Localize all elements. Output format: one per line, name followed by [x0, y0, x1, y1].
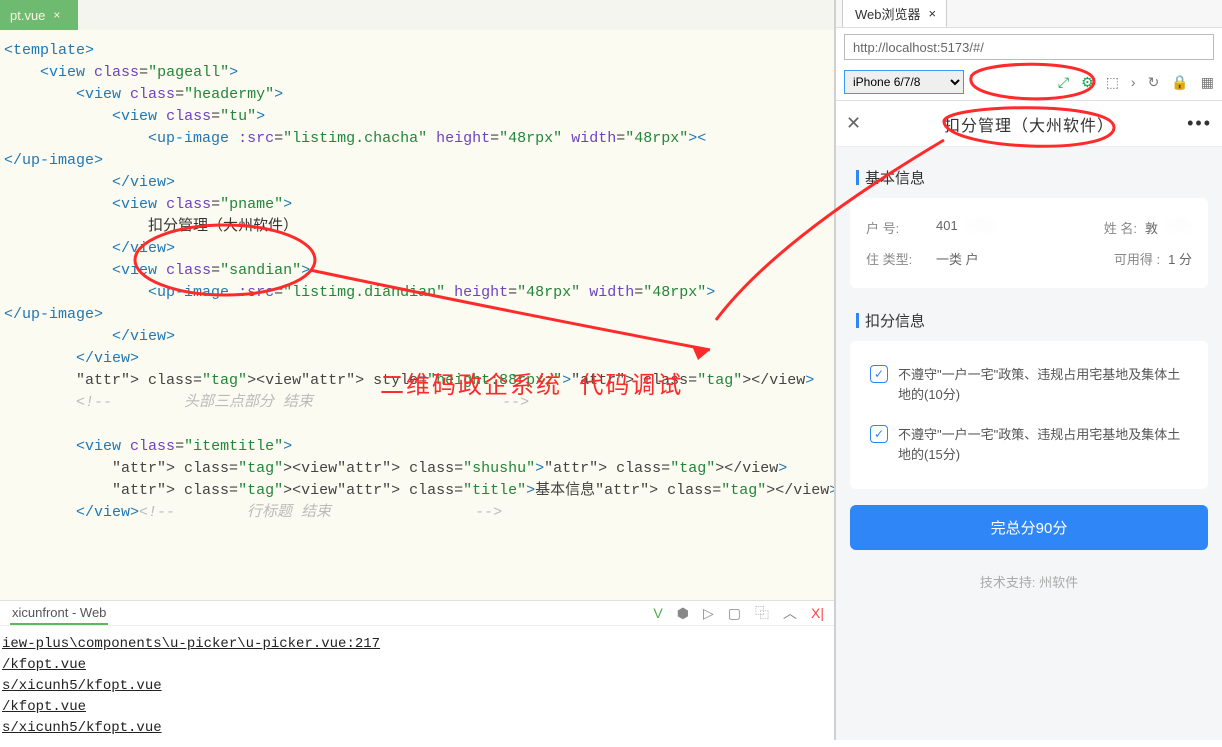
responsive-icon[interactable]: ⤢ — [1058, 74, 1069, 91]
gear-icon[interactable]: ⚙ — [1081, 74, 1094, 91]
deduct-item[interactable]: ✓ 不遵守"一户一宅"政策、违规占用宅基地及集体土地的(15分) — [866, 415, 1192, 475]
console-tab[interactable]: xicunfront - Web — [10, 601, 108, 625]
console-line[interactable]: s/xicunh5/kfopt.vue — [2, 676, 832, 697]
console-line[interactable]: /kfopt.vue — [2, 697, 832, 718]
phone-header: ✕ 扣分管理（大州软件） ••• — [836, 101, 1222, 147]
deduct-item-text: 不遵守"一户一宅"政策、违规占用宅基地及集体土地的(10分) — [898, 365, 1188, 405]
console-line[interactable]: iew-plus\components\u-picker\u-picker.vu… — [2, 634, 832, 655]
deduct-item-text: 不遵守"一户一宅"政策、违规占用宅基地及集体土地的(15分) — [898, 425, 1188, 465]
basic-info-card: 户 号: 401 姓 名: 敦 住 类型: 一类 户 可用得 : 1 分 — [850, 198, 1208, 288]
console-output[interactable]: iew-plus\components\u-picker\u-picker.vu… — [0, 626, 834, 747]
lock-icon[interactable]: 🔒 — [1171, 74, 1188, 91]
editor-tab-label: pt.vue — [10, 8, 45, 23]
code-editor[interactable]: <template> <view class="pageall"> <view … — [0, 30, 834, 600]
checkbox-icon[interactable]: ✓ — [870, 365, 888, 383]
section-title-deduct: 扣分信息 — [836, 304, 1222, 341]
url-input[interactable] — [844, 34, 1214, 60]
close-icon[interactable]: ✕ — [846, 113, 861, 134]
grid-icon[interactable]: ▦ — [1201, 74, 1214, 91]
open-icon[interactable]: ⿻ — [755, 603, 769, 623]
submit-button[interactable]: 完总分90分 — [850, 505, 1208, 550]
device-select[interactable]: iPhone 6/7/8 — [844, 70, 964, 94]
vue-icon[interactable]: V — [653, 605, 662, 621]
chevron-up-icon[interactable]: ︿ — [783, 603, 797, 623]
deduct-card: ✓ 不遵守"一户一宅"政策、违规占用宅基地及集体土地的(10分) ✓ 不遵守"一户一宅… — [850, 341, 1208, 489]
browser-tab-label: Web浏览器 — [855, 4, 921, 23]
close-icon[interactable]: × — [929, 6, 937, 21]
chevron-right-icon[interactable]: › — [1131, 74, 1136, 90]
close-x-icon[interactable]: X| — [811, 605, 824, 621]
footer-text: 技术支持: 州软件 — [836, 550, 1222, 601]
reload-icon[interactable]: ↻ — [1148, 74, 1160, 91]
editor-tab-active[interactable]: pt.vue × — [0, 0, 78, 30]
deduct-item[interactable]: ✓ 不遵守"一户一宅"政策、违规占用宅基地及集体土地的(10分) — [866, 355, 1192, 415]
inspect-icon[interactable]: ⬚ — [1106, 74, 1119, 91]
console-line[interactable]: /kfopt.vue — [2, 655, 832, 676]
more-icon[interactable]: ••• — [1187, 113, 1212, 134]
play-icon[interactable]: ▷ — [703, 605, 714, 622]
console-toolbar: V ⬢ ▷ ▢ ⿻ ︿ X| — [653, 603, 824, 623]
stop-icon[interactable]: ▢ — [728, 605, 741, 622]
console-panel: xicunfront - Web V ⬢ ▷ ▢ ⿻ ︿ X| iew-plus… — [0, 600, 834, 740]
section-title-basic: 基本信息 — [836, 161, 1222, 198]
browser-tab[interactable]: Web浏览器 × — [842, 0, 947, 27]
page-title: 扣分管理（大州软件） — [944, 112, 1114, 136]
editor-tab-bar: pt.vue × — [0, 0, 834, 30]
bug-icon[interactable]: ⬢ — [677, 605, 689, 622]
close-icon[interactable]: × — [53, 8, 60, 22]
console-line[interactable]: s/xicunh5/kfopt.vue — [2, 718, 832, 739]
web-browser-panel: Web浏览器 × iPhone 6/7/8 ⤢ ⚙ ⬚ › ↻ 🔒 ▦ ✕ — [834, 0, 1222, 740]
checkbox-icon[interactable]: ✓ — [870, 425, 888, 443]
